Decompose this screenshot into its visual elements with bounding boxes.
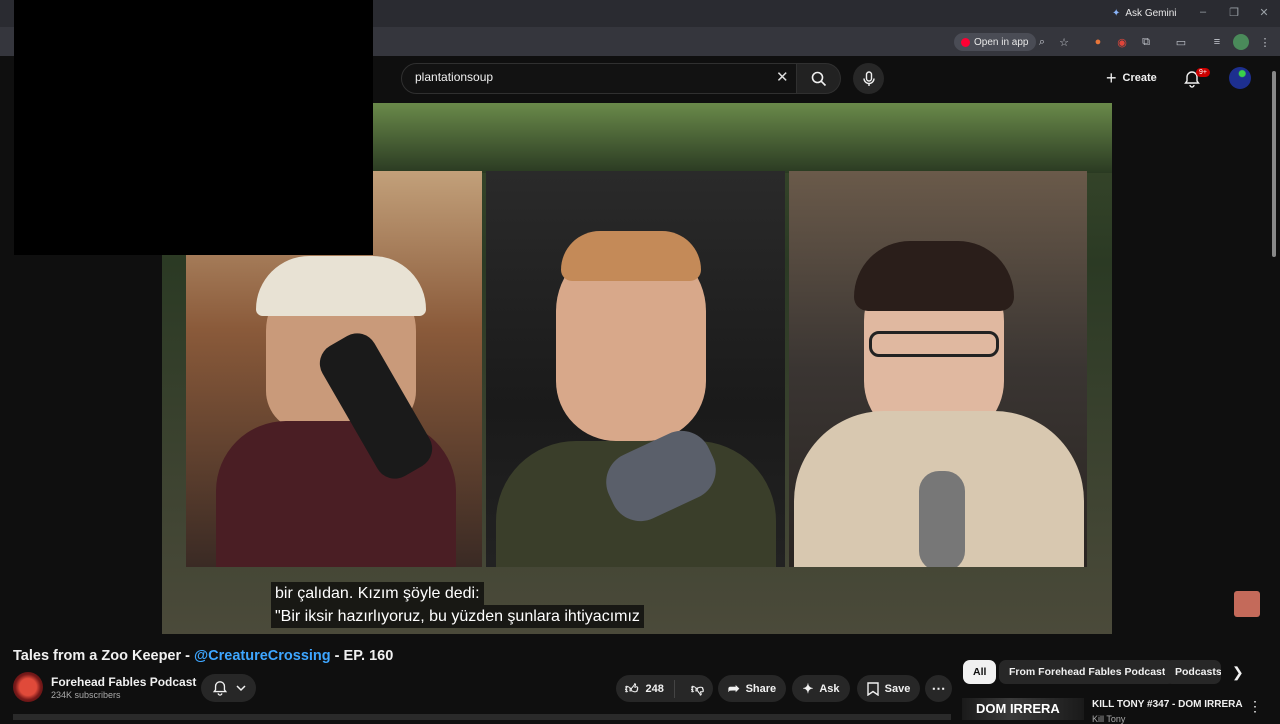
ask-gemini-button[interactable]: ✦ Ask Gemini <box>1104 4 1185 23</box>
share-arrow-icon: ➦ <box>727 680 740 696</box>
plus-icon: + <box>1106 67 1117 88</box>
subtitle-line-2: "Bir iksir hazırlıyoruz, bu yüzden şunla… <box>271 605 644 628</box>
more-horizontal-icon: ⋯ <box>931 680 946 696</box>
search-button[interactable] <box>797 63 841 94</box>
save-label: Save <box>884 682 911 695</box>
like-button[interactable]: 👍︎ 248 <box>615 679 675 698</box>
video-subtitle: bir çalıdan. Kızım şöyle dedi: "Bir iksi… <box>271 582 644 628</box>
subscription-bell-button[interactable] <box>201 674 256 702</box>
ask-button[interactable]: ✦ Ask <box>792 675 850 702</box>
profile-avatar-icon[interactable] <box>1233 34 1249 50</box>
thumbnail-text: DOM IRRERA <box>976 701 1060 716</box>
like-count: 248 <box>645 682 664 695</box>
channel-name-link[interactable]: Forehead Fables Podcast <box>51 675 196 689</box>
title-prefix: Tales from a Zoo Keeper - <box>13 648 195 664</box>
black-overlay-box <box>14 0 373 255</box>
gemini-icon: ✦ <box>1112 8 1121 19</box>
create-label: Create <box>1122 72 1157 84</box>
title-mention-link[interactable]: @CreatureCrossing <box>194 648 331 664</box>
sparkle-icon: ✦ <box>802 680 814 696</box>
minimize-window-icon[interactable]: – <box>1196 6 1210 18</box>
extension-badge-icon[interactable]: ◉ <box>1114 34 1130 50</box>
media-controls-icon[interactable]: ≡ <box>1209 34 1225 50</box>
extensions-puzzle-icon[interactable]: ⧉ <box>1138 34 1154 50</box>
title-suffix: - EP. 160 <box>330 648 394 664</box>
share-button[interactable]: ➦ Share <box>718 675 786 702</box>
chip-podcasts[interactable]: Podcasts <box>1165 660 1221 684</box>
bookmark-icon <box>866 681 879 696</box>
clear-search-icon[interactable]: ✕ <box>776 68 789 86</box>
chevron-down-icon <box>235 685 246 692</box>
zoom-icon[interactable]: ⌕ <box>1034 34 1050 50</box>
extension-icon[interactable]: ● <box>1090 34 1106 50</box>
search-query-text: plantationsoup <box>415 70 494 84</box>
like-dislike-group: 👍︎ 248 👎︎ <box>616 675 713 702</box>
share-label: Share <box>745 682 777 695</box>
more-vertical-icon[interactable]: ⋮ <box>1248 698 1262 715</box>
cast-icon[interactable]: ▭ <box>1173 34 1189 50</box>
open-in-app-button[interactable]: Open in app <box>954 33 1036 51</box>
description-box-edge <box>13 714 951 720</box>
channel-watermark-icon[interactable] <box>1234 591 1260 617</box>
subscriber-count: 234K subscribers <box>51 690 121 700</box>
account-avatar[interactable] <box>1229 67 1251 89</box>
save-button[interactable]: Save <box>857 675 920 702</box>
recommended-video-channel[interactable]: Kill Tony <box>1092 714 1125 724</box>
page-scrollbar[interactable] <box>1270 63 1278 263</box>
browser-menu-icon[interactable]: ⋮ <box>1257 34 1273 50</box>
youtube-icon <box>961 37 970 47</box>
microphone-icon <box>862 70 875 86</box>
bell-icon <box>212 681 227 696</box>
search-icon <box>811 71 826 86</box>
voice-search-button[interactable] <box>853 63 884 94</box>
recommended-video-thumbnail[interactable]: DOM IRRERA <box>962 698 1084 720</box>
chip-all[interactable]: All <box>963 660 997 684</box>
video-panel-right <box>789 171 1087 567</box>
close-window-icon[interactable]: ✕ <box>1257 6 1271 19</box>
notification-count-badge: 9+ <box>1196 68 1210 77</box>
dislike-button[interactable]: 👎︎ <box>681 681 714 697</box>
thumbs-up-icon: 👍︎ <box>624 680 639 696</box>
video-panel-middle <box>486 171 785 567</box>
open-in-app-label: Open in app <box>974 36 1029 48</box>
ask-label: Ask <box>819 682 840 695</box>
restore-window-icon[interactable]: ❐ <box>1227 6 1241 19</box>
subtitle-line-1: bir çalıdan. Kızım şöyle dedi: <box>271 582 484 605</box>
more-actions-button[interactable]: ⋯ <box>925 675 952 702</box>
chip-from-channel[interactable]: From Forehead Fables Podcast <box>999 660 1176 684</box>
bookmark-star-icon[interactable]: ☆ <box>1056 34 1072 50</box>
recommended-video-title[interactable]: KILL TONY #347 - DOM IRRERA <box>1092 699 1243 710</box>
ask-gemini-label: Ask Gemini <box>1125 8 1177 19</box>
create-button[interactable]: + Create <box>1106 67 1157 89</box>
chevron-right-icon[interactable]: ❯ <box>1232 664 1244 681</box>
channel-avatar[interactable] <box>13 672 43 702</box>
video-title: Tales from a Zoo Keeper - @CreatureCross… <box>13 648 393 664</box>
thumbs-down-icon: 👎︎ <box>690 680 705 696</box>
